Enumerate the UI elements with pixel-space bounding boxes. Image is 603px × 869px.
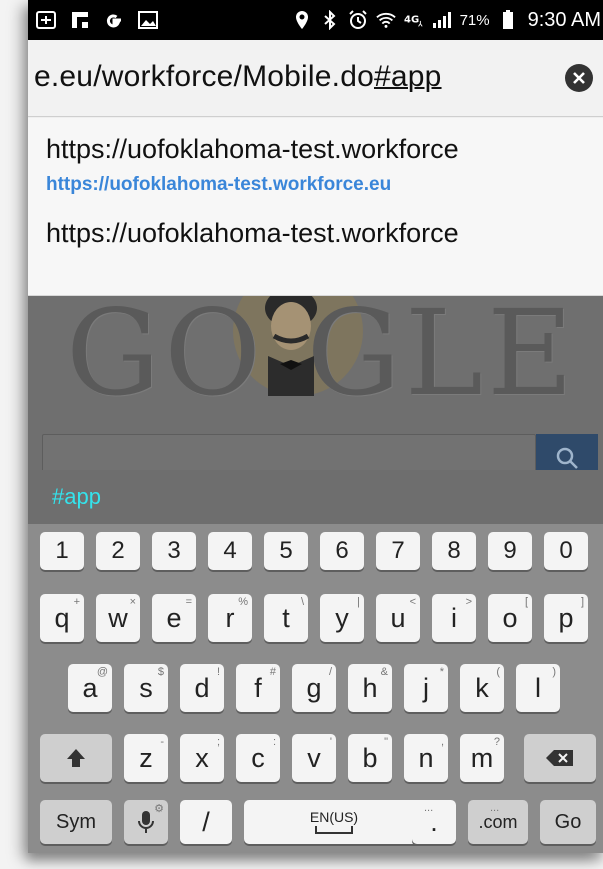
- battery-icon: [498, 10, 518, 30]
- phone-screen: 4G 71% 9:30 AM е.eu/workforce/Mobile.do#…: [28, 0, 603, 853]
- language-label: EN(US): [309, 809, 359, 825]
- key-3[interactable]: 3: [152, 532, 196, 570]
- key-7[interactable]: 7: [376, 532, 420, 570]
- microphone-icon: [138, 811, 154, 833]
- key-r[interactable]: % r: [208, 594, 252, 642]
- shift-icon: [67, 749, 85, 767]
- clear-url-button[interactable]: [565, 64, 593, 92]
- key-t[interactable]: \ t: [264, 594, 308, 642]
- location-icon: [292, 10, 312, 30]
- settings-hint-icon: ⚙: [154, 803, 164, 815]
- shift-key[interactable]: [40, 734, 112, 782]
- key-e[interactable]: = e: [152, 594, 196, 642]
- key-c[interactable]: :c: [236, 734, 280, 782]
- suggestion-2-title[interactable]: https://uofoklahoma-test.workforce: [46, 218, 459, 249]
- key-p[interactable]: ] p: [544, 594, 588, 642]
- url-prefix: е.eu/workforce/Mobile.do: [34, 60, 374, 93]
- background-page: GO GLE: [28, 296, 603, 470]
- search-icon: [556, 447, 578, 469]
- alarm-icon: [348, 10, 368, 30]
- key-k[interactable]: (k: [460, 664, 504, 712]
- doodle-figure: [265, 296, 317, 396]
- url-suggestions: https://uofoklahoma-test.workforce https…: [28, 118, 603, 296]
- key-h[interactable]: & h: [348, 664, 392, 712]
- key-w[interactable]: × w: [96, 594, 140, 642]
- key-n[interactable]: ,n: [404, 734, 448, 782]
- key-9[interactable]: 9: [488, 532, 532, 570]
- key-2[interactable]: 2: [96, 532, 140, 570]
- prediction-bar: #app: [28, 470, 603, 524]
- key-m[interactable]: ? m: [460, 734, 504, 782]
- key-1[interactable]: 1: [40, 532, 84, 570]
- key-a[interactable]: @ a: [68, 664, 112, 712]
- key-v[interactable]: ' v: [292, 734, 336, 782]
- close-icon: [573, 72, 585, 84]
- key-5[interactable]: 5: [264, 532, 308, 570]
- ab-icon: [36, 10, 56, 30]
- slash-key[interactable]: /: [180, 800, 232, 844]
- background-search-button: [536, 434, 598, 470]
- battery-percent: 71%: [459, 11, 490, 29]
- address-bar[interactable]: е.eu/workforce/Mobile.do#app: [28, 40, 603, 117]
- key-x[interactable]: ; x: [180, 734, 224, 782]
- prediction-suggestion[interactable]: #app: [52, 484, 101, 510]
- key-o[interactable]: [o: [488, 594, 532, 642]
- dotcom-key[interactable]: ... .com: [468, 800, 528, 844]
- key-j[interactable]: * j: [404, 664, 448, 712]
- wifi-icon: [375, 10, 396, 30]
- voice-key[interactable]: ⚙: [124, 800, 168, 844]
- key-0[interactable]: 0: [544, 532, 588, 570]
- clock: 9:30 AM: [527, 8, 601, 31]
- bluetooth-icon: [320, 10, 340, 30]
- go-key[interactable]: Go: [540, 800, 596, 844]
- suggestion-1-title[interactable]: https://uofoklahoma-test.workforce: [46, 134, 459, 165]
- key-6[interactable]: 6: [320, 532, 364, 570]
- sym-key[interactable]: Sym: [40, 800, 112, 844]
- url-input[interactable]: е.eu/workforce/Mobile.do#app: [34, 60, 442, 94]
- period-key[interactable]: ....: [412, 800, 456, 844]
- space-icon: [315, 826, 353, 834]
- key-s[interactable]: $ s: [124, 664, 168, 712]
- status-bar: 4G 71% 9:30 AM: [28, 0, 603, 40]
- url-hash: #app: [373, 60, 442, 93]
- key-d[interactable]: ! d: [180, 664, 224, 712]
- key-8[interactable]: 8: [432, 532, 476, 570]
- google-icon: [104, 10, 124, 30]
- key-u[interactable]: < u: [376, 594, 420, 642]
- backspace-key[interactable]: [524, 734, 596, 782]
- key-g[interactable]: / g: [292, 664, 336, 712]
- key-i[interactable]: > i: [432, 594, 476, 642]
- background-search-box: [42, 434, 536, 470]
- gallery-icon: [138, 10, 158, 30]
- key-b[interactable]: " b: [348, 734, 392, 782]
- svg-text:4G: 4G: [404, 15, 419, 26]
- key-l[interactable]: ) l: [516, 664, 560, 712]
- soft-keyboard: #app 1 2 3 4 5 6 7 8 9 0 + q × w = e % r \ t …: [28, 470, 603, 853]
- suggestion-1-url[interactable]: https://uofoklahoma-test.workforce.eu: [46, 174, 391, 196]
- key-q[interactable]: + q: [40, 594, 84, 642]
- space-key[interactable]: EN(US): [244, 800, 424, 844]
- key-z[interactable]: -z: [124, 734, 168, 782]
- signal-icon: [432, 10, 452, 30]
- flipboard-icon: [70, 10, 90, 30]
- key-f[interactable]: # f: [236, 664, 280, 712]
- lte-icon: 4G: [404, 10, 424, 30]
- key-y[interactable]: | y: [320, 594, 364, 642]
- backspace-icon: [546, 750, 573, 766]
- key-4[interactable]: 4: [208, 532, 252, 570]
